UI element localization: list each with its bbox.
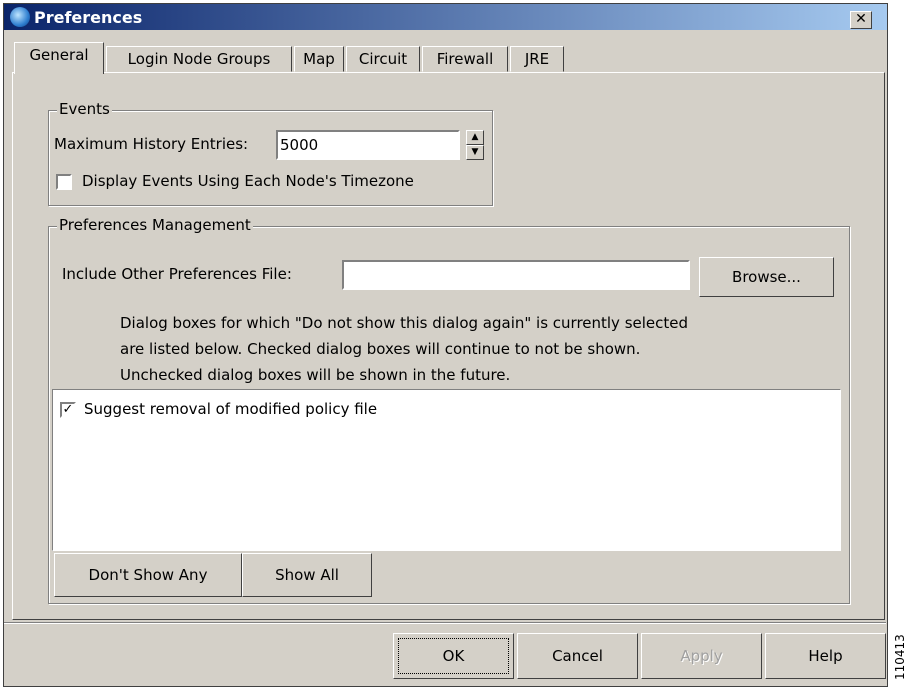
arrow-down-icon: ▼	[471, 147, 479, 157]
figure-code: 110413	[893, 634, 906, 680]
window-title: Preferences	[34, 8, 143, 27]
tab-label: Firewall	[436, 50, 494, 68]
dont-show-any-button[interactable]: Don't Show Any	[54, 553, 242, 597]
include-file-label: Include Other Preferences File:	[62, 265, 292, 283]
tab-label: Login Node Groups	[127, 50, 271, 68]
close-icon: ✕	[855, 11, 867, 27]
spin-up-button[interactable]: ▲	[466, 130, 484, 145]
info-line-3: Unchecked dialog boxes will be shown in …	[120, 366, 511, 384]
preferences-management-legend: Preferences Management	[57, 216, 253, 234]
suggest-removal-checkbox[interactable]: ✓	[60, 402, 76, 418]
max-history-label: Maximum History Entries:	[54, 135, 249, 153]
tab-map[interactable]: Map	[294, 46, 344, 72]
info-line-1: Dialog boxes for which "Do not show this…	[120, 314, 689, 332]
spin-down-button[interactable]: ▼	[466, 145, 484, 160]
apply-button[interactable]: Apply	[641, 633, 762, 679]
close-button[interactable]: ✕	[850, 11, 872, 29]
arrow-up-icon: ▲	[471, 132, 479, 142]
tab-general[interactable]: General	[14, 42, 104, 74]
help-button[interactable]: Help	[765, 633, 886, 679]
tab-login-node-groups[interactable]: Login Node Groups	[106, 46, 292, 72]
ok-button[interactable]: OK	[393, 633, 514, 679]
tab-circuit[interactable]: Circuit	[346, 46, 420, 72]
checkmark-icon: ✓	[62, 402, 74, 417]
tab-label: General	[29, 46, 89, 64]
footer-separator-highlight	[4, 623, 886, 624]
browse-button[interactable]: Browse...	[699, 257, 834, 297]
cancel-button[interactable]: Cancel	[517, 633, 638, 679]
info-line-2: are listed below. Checked dialog boxes w…	[120, 340, 641, 358]
events-legend: Events	[57, 100, 112, 118]
tab-label: Circuit	[358, 50, 408, 68]
max-history-input[interactable]	[276, 130, 460, 160]
tab-label: JRE	[524, 50, 550, 68]
include-file-input[interactable]	[342, 260, 690, 290]
tab-firewall[interactable]: Firewall	[422, 46, 508, 72]
globe-icon	[10, 7, 30, 27]
list-item[interactable]: Suggest removal of modified policy file	[84, 400, 377, 418]
title-bar[interactable]: Preferences ✕	[4, 4, 887, 30]
tab-jre[interactable]: JRE	[510, 46, 564, 72]
timezone-checkbox[interactable]	[56, 174, 72, 190]
tab-label: Map	[303, 50, 335, 68]
show-all-button[interactable]: Show All	[242, 553, 372, 597]
timezone-label: Display Events Using Each Node's Timezon…	[82, 172, 414, 190]
